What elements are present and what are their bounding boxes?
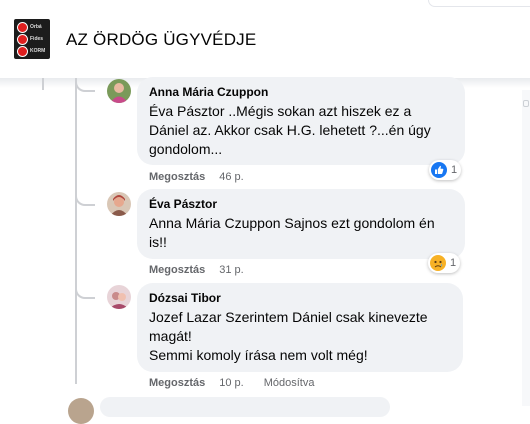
edited-label[interactable]: Módosítva [264, 377, 315, 389]
scroll-edge [522, 90, 530, 406]
sad-icon [430, 255, 446, 271]
logo-badge-icon [17, 46, 28, 57]
logo-text: Orbá [30, 24, 42, 30]
comment-author[interactable]: Anna Mária Czuppon [149, 84, 453, 100]
avatar[interactable] [107, 79, 131, 103]
comment-author[interactable]: Éva Pásztor [149, 196, 453, 212]
scrollbar-thumb[interactable] [523, 100, 529, 107]
logo-text: KORM [30, 48, 46, 54]
comment-bubble: Anna Mária Czuppon Éva Pásztor ..Mégis s… [137, 77, 465, 165]
avatar[interactable] [107, 192, 131, 216]
reaction-summary[interactable]: 1 [428, 253, 461, 273]
thread-line [75, 92, 77, 384]
share-button[interactable]: Megosztás [149, 377, 205, 389]
comment-text: Anna Mária Czuppon Sajnos ezt gondolom é… [149, 215, 435, 250]
profile-photo-icon [107, 192, 131, 216]
thread-connector [75, 82, 95, 92]
thread-line [42, 78, 44, 90]
thread-connector [75, 196, 95, 206]
avatar[interactable] [68, 398, 94, 424]
thread-connector [75, 289, 95, 299]
timestamp[interactable]: 31 p. [219, 264, 243, 276]
comment-text-line: Semmi komoly írása nem volt még! [149, 347, 368, 363]
comment-bubble [100, 397, 390, 417]
profile-photo-icon [107, 79, 131, 103]
comment-bubble: Dózsai Tibor Jozef Lazar Szerintem Dánie… [137, 283, 463, 372]
timestamp[interactable]: 46 p. [219, 171, 243, 183]
profile-photo-icon [107, 285, 131, 309]
share-button[interactable]: Megosztás [149, 171, 205, 183]
group-header: Orbá Fides KORM AZ ÖRDÖG ÜGYVÉDJE [0, 0, 530, 78]
comment-author[interactable]: Dózsai Tibor [149, 290, 451, 306]
comment-bubble: Éva Pásztor Anna Mária Czuppon Sajnos ez… [137, 189, 465, 259]
comment-actions: Megosztás 46 p. [149, 170, 244, 184]
group-title[interactable]: AZ ÖRDÖG ÜGYVÉDJE [66, 30, 256, 50]
reaction-count: 1 [450, 257, 457, 269]
comment-text-line: Jozef Lazar Szerintem Dániel csak kineve… [149, 309, 428, 344]
logo-badge-icon [17, 22, 28, 33]
group-logo[interactable]: Orbá Fides KORM [14, 19, 50, 59]
logo-badge-icon [17, 34, 28, 45]
top-bar-edge [428, 0, 530, 7]
reaction-summary[interactable]: 1 [429, 160, 462, 180]
avatar[interactable] [107, 285, 131, 309]
comment-actions: Megosztás 10 p. Módosítva [149, 376, 314, 390]
timestamp[interactable]: 10 p. [219, 377, 243, 389]
comment-text: Éva Pásztor ..Mégis sokan azt hiszek ez … [149, 103, 431, 157]
comment-actions: Megosztás 31 p. [149, 263, 244, 277]
share-button[interactable]: Megosztás [149, 264, 205, 276]
logo-text: Fides [30, 36, 44, 42]
like-icon [431, 162, 447, 178]
comment-text: Jozef Lazar Szerintem Dániel csak kineve… [149, 308, 451, 365]
reaction-count: 1 [451, 164, 458, 176]
